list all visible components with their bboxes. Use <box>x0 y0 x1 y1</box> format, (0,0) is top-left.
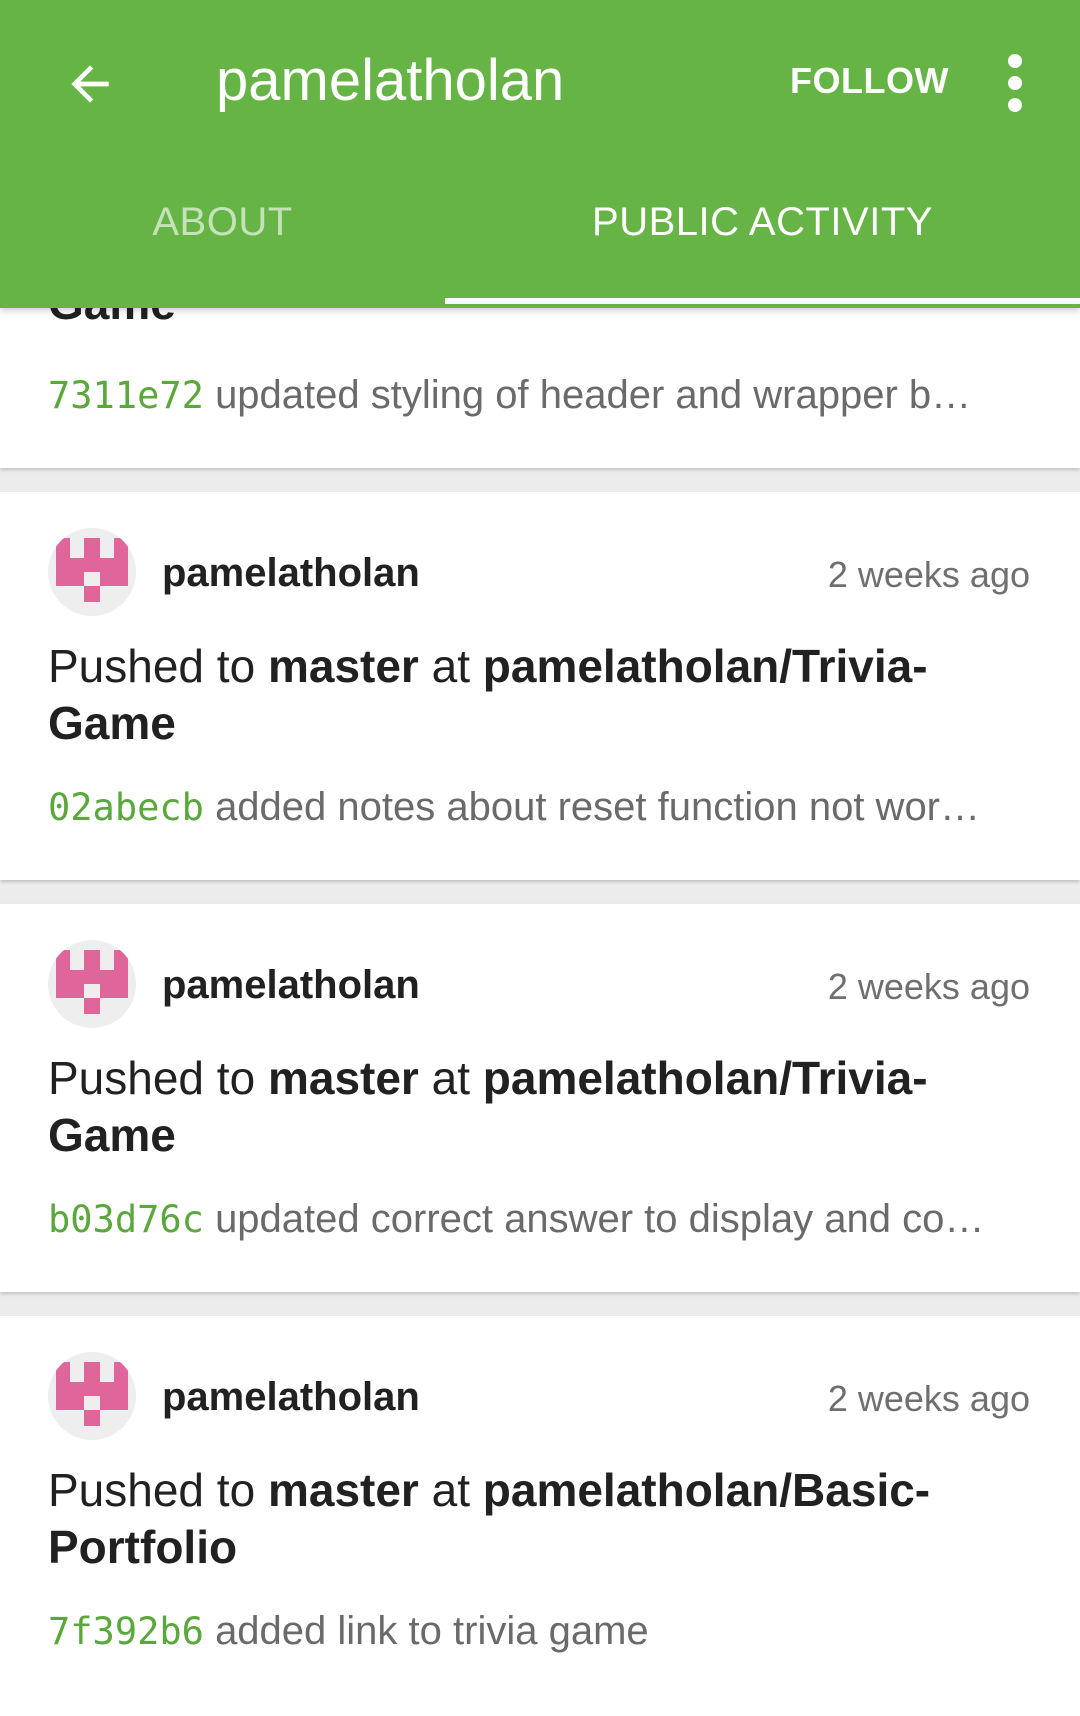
more-vert-icon <box>1008 54 1022 112</box>
commit-line[interactable]: 7f392b6 added link to trivia game <box>48 1606 1030 1657</box>
identicon-icon <box>56 950 128 1014</box>
identicon-icon <box>56 1362 128 1426</box>
activity-card[interactable]: pamelatholan 2 weeks ago Pushed to maste… <box>0 1316 1080 1716</box>
commit-message: added notes about reset function not wor… <box>215 785 981 829</box>
activity-card[interactable]: pamelatholan 2 weeks ago Pushed to maste… <box>0 492 1080 880</box>
commit-message: updated styling of header and wrapper b… <box>215 373 972 417</box>
commit-sha: 02abecb <box>48 786 204 829</box>
avatar[interactable] <box>48 1352 136 1440</box>
tab-indicator <box>445 298 1080 304</box>
commit-message: updated correct answer to display and co… <box>215 1197 985 1241</box>
event-at: at <box>431 640 470 692</box>
commit-line[interactable]: 02abecb added notes about reset function… <box>48 782 1030 833</box>
avatar[interactable] <box>48 528 136 616</box>
event-headline[interactable]: Pushed to master at pamelatholan/Trivia-… <box>48 1050 988 1164</box>
branch-name: master <box>267 1052 419 1104</box>
app-bar: pamelatholan FOLLOW ABOUT PUBLIC ACTIVIT… <box>0 0 1080 308</box>
event-action: Pushed to <box>48 1052 256 1104</box>
event-at: at <box>431 1052 470 1104</box>
commit-sha: 7311e72 <box>48 374 204 417</box>
tab-about[interactable]: ABOUT <box>0 200 445 308</box>
timestamp: 2 weeks ago <box>827 1378 1030 1419</box>
commit-line[interactable]: 7311e72 updated styling of header and wr… <box>48 370 1030 421</box>
tab-public-activity[interactable]: PUBLIC ACTIVITY <box>445 200 1080 308</box>
page-title: pamelatholan <box>216 48 565 113</box>
overflow-menu-button[interactable] <box>990 48 1040 118</box>
follow-button[interactable]: FOLLOW <box>790 54 949 108</box>
event-action: Pushed to <box>48 640 256 692</box>
commit-message: added link to trivia game <box>215 1609 649 1653</box>
event-at: at <box>431 1464 470 1516</box>
username[interactable]: pamelatholan <box>162 960 420 1010</box>
back-button[interactable] <box>50 44 130 124</box>
username[interactable]: pamelatholan <box>162 548 420 598</box>
event-action: Pushed to <box>48 1464 256 1516</box>
identicon-icon <box>56 538 128 602</box>
event-headline[interactable]: Pushed to master at pamelatholan/Trivia-… <box>48 638 988 752</box>
arrow-back-icon <box>71 65 109 103</box>
commit-sha: b03d76c <box>48 1198 204 1241</box>
avatar[interactable] <box>48 940 136 1028</box>
branch-name: master <box>267 1464 419 1516</box>
activity-card[interactable]: pamelatholan 2 weeks ago Pushed to maste… <box>0 904 1080 1292</box>
username[interactable]: pamelatholan <box>162 1372 420 1422</box>
timestamp: 2 weeks ago <box>827 966 1030 1007</box>
commit-line[interactable]: b03d76c updated correct answer to displa… <box>48 1194 1030 1245</box>
branch-name: master <box>267 640 419 692</box>
timestamp: 2 weeks ago <box>827 554 1030 595</box>
event-headline[interactable]: Pushed to master at pamelatholan/Basic-P… <box>48 1462 988 1576</box>
commit-sha: 7f392b6 <box>48 1610 204 1653</box>
